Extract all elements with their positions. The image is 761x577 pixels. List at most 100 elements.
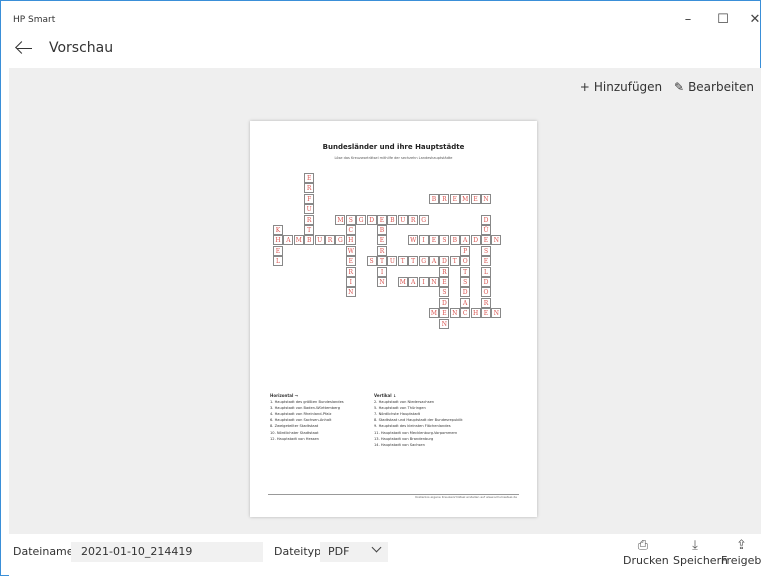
page-header: Vorschau [9,37,754,65]
crossword-cell: A [460,235,471,246]
crossword-cell: G [335,235,346,246]
crossword-cell: A [283,235,294,246]
crossword-cell: W [408,235,419,246]
close-button[interactable]: ✕ [744,11,761,29]
crossword-cell: M [293,235,304,246]
clue: 11. Hauptstadt von Mecklenburg-Vorpommer… [374,430,458,435]
crossword-cell: R [345,266,356,277]
crossword-cell: L [273,256,283,267]
filename-label: Dateiname: [13,545,78,558]
crossword-cell: E [470,193,481,204]
crossword-cell: D [481,277,491,287]
filetype-select[interactable]: PDF [320,542,388,562]
crossword-cell: T [304,225,315,235]
crossword-cell: D [470,235,481,246]
filename-input[interactable]: 2021-01-10_214419 [71,542,263,562]
crossword-cell: I [418,235,429,246]
chevron-down-icon [371,542,382,553]
crossword-cell: W [345,245,356,256]
crossword-cell: N [377,277,387,287]
crossword-cell: T [377,256,387,267]
crossword-cell: N [481,193,491,204]
filetype-value: PDF [328,545,350,558]
crossword-cell: S [439,287,450,298]
vertical-clues: Vertikal ↓ 2. Hauptstadt von Niedersachs… [374,393,463,448]
crossword-cell: C [345,225,356,235]
crossword-cell: N [439,318,450,329]
footer-credit: Kostenlos eigene Kreuzworträtsel erstell… [415,495,517,499]
crossword-cell: E [481,256,491,267]
crossword-cell: R [439,193,450,204]
printer-icon: ⎙ [637,538,649,553]
crossword-cell: E [439,277,450,287]
crossword-cell: I [377,266,387,277]
minimize-button[interactable]: – [677,11,699,29]
crossword-cell: T [460,266,471,277]
crossword-cell: N [449,308,460,319]
print-button[interactable]: ⎙ Drucken [623,538,669,567]
crossword-cell: B [449,235,460,246]
crossword-cell: I [418,277,429,287]
crossword-cell: U [314,235,325,246]
preview-toolbar: + Hinzufügen ✎ Bearbeiten [580,80,761,94]
crossword-cell: S [439,235,450,246]
crossword-cell: D [439,297,450,308]
crossword-cell: H [470,308,481,319]
crossword-cell: K [273,225,283,235]
edit-button[interactable]: ✎ Bearbeiten [674,80,754,94]
share-button[interactable]: ⇪ Freigeben [721,538,761,567]
crossword-cell: M [460,193,471,204]
crossword-cell: M [397,277,408,287]
crossword-cell: R [304,214,315,225]
crossword-cell: E [481,308,491,319]
crossword-cell: R [439,266,450,277]
crossword-cell: H [345,235,356,246]
title-bar: HP Smart – ☐ ✕ [9,9,760,31]
app-window: HP Smart – ☐ ✕ Vorschau + Hinzufügen ✎ Bea… [0,0,761,577]
crossword-cell: T [408,256,419,267]
app-title: HP Smart [13,15,56,25]
crossword-cell: A [429,256,439,267]
crossword-cell: B [377,225,387,235]
bottom-bar: Dateiname: 2021-01-10_214419 Dateityp PD… [9,534,761,577]
crossword-cell: E [449,193,460,204]
crossword-cell: N [429,277,439,287]
crossword-cell: N [491,308,502,319]
crossword-cell: C [460,308,471,319]
crossword-cell: B [387,214,398,225]
clue: 9. Hauptstadt des kleinsten Flächenlande… [374,424,451,429]
crossword-cell: O [460,256,471,267]
add-button[interactable]: + Hinzufügen [580,80,662,94]
maximize-button[interactable]: ☐ [712,11,734,29]
crossword-cell: H [273,235,283,246]
crossword-cell: S [481,245,491,256]
crossword-cell: Ü [481,225,491,235]
crossword-cell: O [481,287,491,298]
crossword-cell: I [345,277,356,287]
crossword-cell: R [408,214,419,225]
crossword-cell: R [325,235,335,246]
crossword-cell: M [335,214,346,225]
crossword-cell: A [460,297,471,308]
print-label: Drucken [623,554,669,567]
crossword-cell: T [397,256,408,267]
crossword-cell: G [418,256,429,267]
crossword-cell: R [304,183,315,194]
crossword-cell: D [460,287,471,298]
crossword-cell: E [304,173,315,183]
clue: 14. Hauptstadt von Sachsen [374,442,425,447]
crossword-cell: S [345,214,356,225]
save-button[interactable]: ⤓ Speichern [673,538,728,567]
crossword-grid: ERFURTBREMENMSGDEBURGDÜESELDOREKHELAMBUR… [250,121,537,517]
crossword-cell: D [366,214,377,225]
crossword-cell: P [460,245,471,256]
crossword-cell: F [304,193,315,204]
crossword-cell: U [397,214,408,225]
crossword-cell: N [345,287,356,298]
back-arrow-icon[interactable] [15,37,33,59]
crossword-cell: E [345,256,356,267]
crossword-cell: T [449,256,460,267]
crossword-cell: E [429,235,439,246]
crossword-cell: B [304,235,315,246]
document-page: Bundesländer und ihre Hauptstädte Löse d… [250,121,537,517]
